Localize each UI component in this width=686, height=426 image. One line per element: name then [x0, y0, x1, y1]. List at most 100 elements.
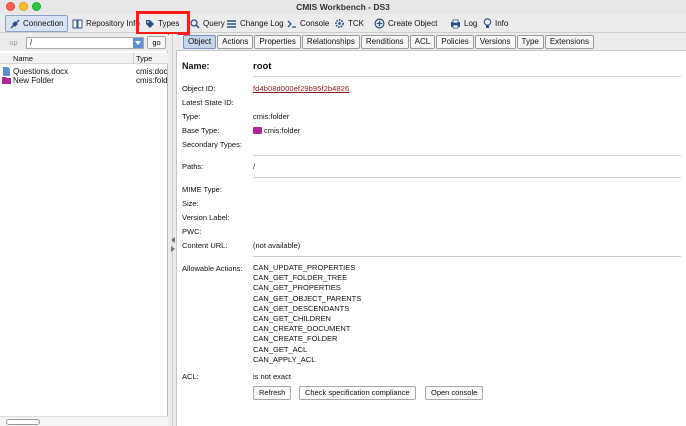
info-button[interactable]: Info — [483, 15, 508, 32]
version-label-label: Version Label: — [182, 213, 230, 222]
paths-label: Paths: — [182, 162, 204, 171]
check-compliance-button[interactable]: Check specification compliance — [299, 386, 416, 400]
secondary-types-label: Secondary Types: — [182, 140, 242, 149]
path-input[interactable]: / — [26, 37, 144, 49]
go-button[interactable]: go — [147, 36, 166, 49]
tag-icon — [146, 19, 154, 28]
file-list-header: Name Type — [0, 53, 168, 64]
open-console-button[interactable]: Open console — [425, 386, 484, 400]
divider — [253, 76, 681, 77]
title-bar: CMIS Workbench - DS3 — [0, 0, 686, 14]
list-icon — [227, 19, 236, 28]
tab-relationships[interactable]: Relationships — [301, 35, 360, 49]
content-url-label: Content URL: — [182, 241, 228, 250]
acl-label: ACL: — [182, 372, 199, 381]
create-object-button[interactable]: Create Object — [374, 15, 437, 32]
minimize-window-button[interactable] — [19, 2, 28, 11]
list-item: CAN_GET_OBJECT_PARENTS — [253, 293, 362, 303]
mime-type-label: MIME Type: — [182, 185, 222, 194]
latest-state-id-label: Latest State ID: — [182, 98, 234, 107]
collapse-right-icon[interactable] — [171, 246, 175, 252]
tck-button[interactable]: TCK — [334, 15, 364, 32]
window-title: CMIS Workbench - DS3 — [296, 2, 390, 12]
tab-renditions[interactable]: Renditions — [360, 35, 409, 49]
object-details-panel: Name: root Object ID: fd4b08d000ef29b95f… — [176, 50, 686, 426]
tab-extensions[interactable]: Extensions — [544, 35, 594, 49]
folder-icon — [2, 77, 11, 84]
item-name: Questions.docx — [13, 67, 69, 76]
type-value: cmis:folder — [253, 112, 290, 121]
path-dropdown-icon[interactable] — [133, 38, 143, 48]
plus-circle-icon — [374, 18, 385, 29]
connection-button[interactable]: Connection — [5, 15, 69, 32]
close-window-button[interactable] — [6, 2, 15, 11]
object-id-label: Object ID: — [182, 84, 216, 93]
tab-versions[interactable]: Versions — [474, 35, 516, 49]
size-label: Size: — [182, 199, 199, 208]
pwc-label: PWC: — [182, 227, 202, 236]
search-icon — [190, 18, 200, 29]
list-item: CAN_APPLY_ACL — [253, 354, 316, 364]
object-id-link[interactable]: fd4b08d000ef29b95f2b4826 — [253, 84, 349, 93]
tab-acl[interactable]: ACL — [409, 35, 436, 49]
create-object-label: Create Object — [388, 19, 438, 28]
connection-icon — [10, 19, 20, 28]
types-button[interactable]: Types — [145, 15, 179, 32]
allowable-actions-label: Allowable Actions: — [182, 264, 243, 273]
column-header-type[interactable]: Type — [136, 54, 152, 63]
base-type-value: cmis:folder — [253, 126, 300, 135]
horizontal-scrollbar[interactable] — [0, 416, 168, 426]
tab-actions[interactable]: Actions — [217, 35, 254, 49]
list-item[interactable]: New Folder cmis:folder — [0, 76, 168, 85]
connection-label: Connection — [23, 19, 64, 28]
change-log-button[interactable]: Change Log — [226, 15, 284, 32]
terminal-icon — [287, 20, 296, 28]
tck-label: TCK — [348, 19, 364, 28]
printer-icon — [451, 19, 460, 28]
zoom-window-button[interactable] — [32, 2, 41, 11]
name-value: root — [253, 61, 272, 72]
acl-value: is not exact — [253, 372, 291, 381]
tab-object[interactable]: Object — [183, 35, 217, 49]
refresh-button[interactable]: Refresh — [253, 386, 292, 400]
info-label: Info — [495, 19, 509, 28]
column-divider[interactable] — [133, 53, 134, 64]
list-item: CAN_GET_DESCENDANTS — [253, 303, 350, 313]
divider — [253, 155, 681, 156]
console-label: Console — [300, 19, 330, 28]
divider — [253, 177, 681, 178]
item-type: cmis:document — [136, 67, 167, 76]
paths-value: / — [253, 162, 256, 171]
tab-policies[interactable]: Policies — [436, 35, 474, 49]
list-item: CAN_GET_PROPERTIES — [253, 283, 341, 293]
console-button[interactable]: Console — [287, 15, 329, 32]
query-label: Query — [203, 19, 225, 28]
column-header-name[interactable]: Name — [13, 54, 33, 63]
base-type-text: cmis:folder — [264, 126, 301, 135]
name-label: Name: — [182, 61, 210, 71]
types-label: Types — [158, 19, 180, 28]
item-type: cmis:folder — [136, 76, 167, 85]
up-button[interactable]: up — [3, 37, 24, 49]
type-label: Type: — [182, 112, 201, 121]
scrollbar-thumb[interactable] — [6, 419, 40, 425]
list-item: CAN_GET_ACL — [253, 344, 308, 354]
gear-icon — [335, 19, 344, 28]
collapse-left-icon[interactable] — [171, 237, 175, 243]
detail-tabs: Object Actions Properties Relationships … — [183, 35, 594, 49]
folder-browser-panel: up / go Name Type Questions.docx cmis:do… — [0, 34, 168, 426]
tab-properties[interactable]: Properties — [254, 35, 301, 49]
path-value: / — [30, 38, 33, 47]
repository-info-button[interactable]: Repository Info — [72, 15, 140, 32]
list-item: CAN_CREATE_FOLDER — [253, 334, 338, 344]
document-icon — [3, 67, 10, 76]
log-label: Log — [464, 19, 478, 28]
log-button[interactable]: Log — [450, 15, 477, 32]
tab-type[interactable]: Type — [516, 35, 544, 49]
splitter-line — [172, 34, 173, 426]
list-item[interactable]: Questions.docx cmis:document — [0, 67, 168, 76]
content-url-value: (not available) — [253, 241, 301, 250]
list-item: CAN_GET_CHILDREN — [253, 314, 331, 324]
query-button[interactable]: Query — [190, 15, 225, 32]
toolbar: Connection Repository Info Types Query C… — [0, 14, 686, 33]
